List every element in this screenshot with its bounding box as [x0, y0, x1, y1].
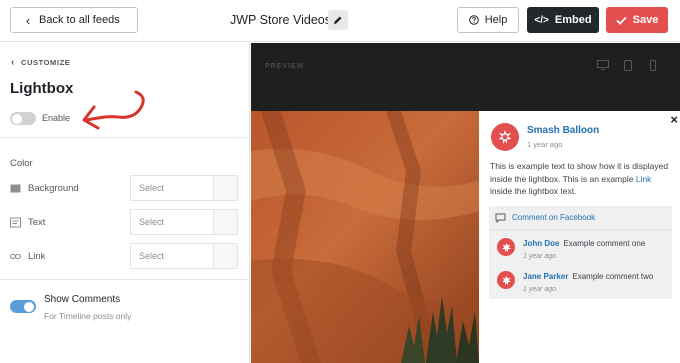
text-color-select[interactable]: Select: [130, 209, 238, 235]
pencil-icon: [334, 16, 342, 24]
avatar: [497, 238, 515, 256]
smash-balloon-logo-icon: [498, 130, 512, 144]
select-placeholder: Select: [139, 217, 165, 227]
close-icon[interactable]: ×: [670, 113, 678, 126]
comment-text: Example comment one: [563, 239, 646, 248]
avatar: [491, 123, 519, 151]
background-icon: [10, 184, 21, 193]
preview-label: PREVIEW: [265, 63, 305, 70]
embed-button[interactable]: </> Embed: [527, 7, 599, 33]
toggle-knob: [12, 113, 22, 124]
back-button-label: Back to all feeds: [39, 14, 120, 26]
breadcrumb-label: CUSTOMIZE: [20, 58, 71, 67]
show-comments-label: Show Comments: [44, 294, 121, 305]
save-label: Save: [632, 14, 659, 26]
commenter-name[interactable]: Jane Parker: [523, 272, 568, 281]
divider: [0, 279, 250, 280]
chevron-left-icon: ‹: [11, 57, 15, 68]
author-name[interactable]: Smash Balloon: [527, 125, 599, 136]
annotation-arrow: [82, 90, 145, 130]
show-comments-description: For Timeline posts only: [44, 311, 132, 321]
back-to-feeds-button[interactable]: ‹ Back to all feeds: [10, 7, 138, 33]
link-color-select[interactable]: Select: [130, 243, 238, 269]
link-label: Link: [28, 251, 46, 262]
comment-time: 1 year ago: [523, 286, 557, 293]
select-placeholder: Select: [139, 251, 165, 261]
code-icon: </>: [534, 14, 549, 26]
preview-area: PREVIEW × Smash Balloon 1 year ago This …: [251, 43, 680, 363]
color-swatch: [213, 244, 237, 268]
desktop-icon[interactable]: [597, 60, 609, 70]
color-swatch: [213, 210, 237, 234]
show-comments-toggle[interactable]: [10, 300, 36, 313]
edit-title-button[interactable]: [328, 10, 348, 30]
enable-label: Enable: [42, 113, 71, 123]
avatar: [497, 271, 515, 289]
text-label: Text: [28, 217, 46, 228]
background-color-select[interactable]: Select: [130, 175, 238, 201]
comment-text: Example comment two: [572, 272, 654, 281]
feed-title: JWP Store Videos: [230, 13, 331, 27]
question-icon: [468, 15, 479, 25]
checkmark-icon: [616, 16, 627, 25]
embed-label: Embed: [554, 14, 592, 26]
comment-item: John Doe Example comment one: [523, 239, 645, 248]
lightbox-text: This is example text to show how it is d…: [490, 160, 670, 198]
lightbox-text-link[interactable]: Link: [636, 174, 652, 184]
lightbox-info-panel: × Smash Balloon 1 year ago This is examp…: [479, 111, 680, 363]
commenter-name[interactable]: John Doe: [523, 239, 559, 248]
comment-on-facebook-link[interactable]: Comment on Facebook: [489, 206, 672, 230]
smash-balloon-logo-icon: [501, 242, 511, 252]
save-button[interactable]: Save: [606, 7, 668, 33]
smash-balloon-logo-icon: [501, 275, 511, 285]
toggle-knob: [24, 301, 34, 312]
help-button[interactable]: Help: [457, 7, 519, 33]
comments-header-label: Comment on Facebook: [512, 213, 596, 222]
help-label: Help: [484, 14, 508, 26]
breadcrumb[interactable]: ‹ CUSTOMIZE: [11, 57, 70, 68]
mobile-icon[interactable]: [650, 60, 656, 71]
color-swatch: [213, 176, 237, 200]
select-placeholder: Select: [139, 183, 165, 193]
customize-sidebar: ‹ CUSTOMIZE Lightbox Enable Color Backgr…: [0, 43, 250, 363]
panel-title: Lightbox: [10, 80, 74, 97]
top-bar: ‹ Back to all feeds JWP Store Videos Hel…: [0, 0, 680, 42]
enable-lightbox-toggle[interactable]: [10, 112, 36, 125]
comment-item: Jane Parker Example comment two: [523, 272, 653, 281]
comment-bubble-icon: [495, 213, 506, 223]
divider: [0, 137, 250, 138]
background-label: Background: [28, 183, 79, 194]
comment-time: 1 year ago: [523, 253, 557, 260]
lightbox-text-part: inside the lightbox text.: [490, 186, 577, 196]
tablet-icon[interactable]: [624, 60, 632, 71]
lightbox-photo: [251, 111, 479, 363]
post-time: 1 year ago: [527, 140, 563, 149]
color-section-label: Color: [10, 158, 33, 169]
chevron-left-icon: ‹: [25, 12, 31, 28]
comments-box: Comment on Facebook John Doe Example comm…: [489, 206, 672, 299]
text-icon: [10, 217, 21, 228]
link-icon: [10, 253, 21, 260]
